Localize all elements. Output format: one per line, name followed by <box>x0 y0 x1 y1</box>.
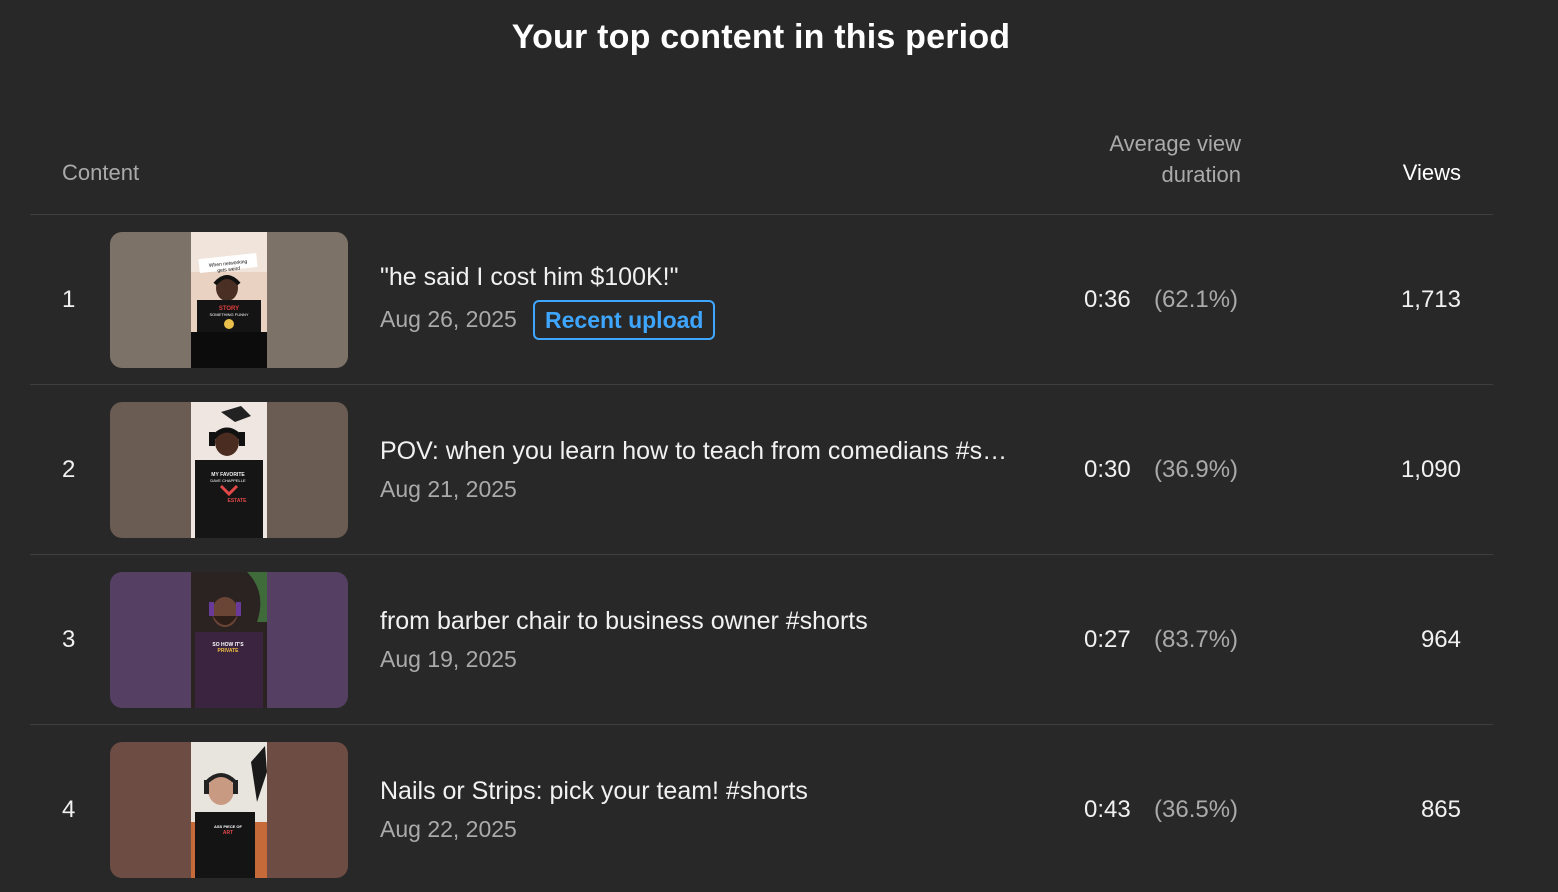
video-thumbnail[interactable]: SO HOW IT'S PRIVATE <box>110 572 348 708</box>
views-count: 1,090 <box>1400 456 1461 483</box>
average-view-duration: 0:30 <box>1084 456 1131 483</box>
views-count: 1,713 <box>1400 286 1461 313</box>
thumbnail-blur-right <box>267 572 348 708</box>
column-header-content: Content <box>62 160 140 185</box>
thumbnail-blur-left <box>110 232 191 368</box>
row-rank: 2 <box>62 456 76 483</box>
video-title[interactable]: POV: when you learn how to teach from co… <box>380 437 1007 466</box>
column-header-avd-line2: duration <box>1161 162 1241 187</box>
thumbnail-caption-2: ART <box>223 830 233 836</box>
top-content-page: Your top content in this period Content … <box>0 0 1558 892</box>
thumbnail-caption-3: ESTATE <box>228 498 248 504</box>
average-percentage-viewed: (36.5%) <box>1154 796 1239 823</box>
video-date: Aug 19, 2025 <box>380 646 517 672</box>
thumbnail-blur-right <box>267 232 348 368</box>
average-view-duration: 0:27 <box>1084 626 1131 653</box>
recent-upload-badge: Recent upload <box>533 300 716 340</box>
views-count: 964 <box>1420 626 1461 653</box>
average-view-duration: 0:43 <box>1084 796 1131 823</box>
video-info: "he said I cost him $100K!" Aug 26, 2025… <box>380 215 1040 384</box>
video-date: Aug 22, 2025 <box>380 816 517 842</box>
video-date: Aug 26, 2025 <box>380 306 517 332</box>
video-info: from barber chair to business owner #sho… <box>380 555 1040 724</box>
row-rank: 4 <box>62 796 76 823</box>
thumbnail-frame: When networking gets weird STORY SOMETHI… <box>191 232 267 368</box>
video-title[interactable]: "he said I cost him $100K!" <box>380 263 678 292</box>
column-header-avd-line1: Average view <box>1109 131 1241 156</box>
thumbnail-blur-right <box>267 742 348 878</box>
video-title[interactable]: Nails or Strips: pick your team! #shorts <box>380 777 808 806</box>
thumbnail-blur-left <box>110 742 191 878</box>
column-header-views[interactable]: Views <box>1403 160 1461 186</box>
thumbnail-caption-4: SOMETHING FUNNY <box>209 312 248 317</box>
thumbnail-frame: MY FAVORITE DAVE CHAPPELLE ESTATE <box>191 402 267 538</box>
views-count: 865 <box>1420 796 1461 823</box>
thumbnail-frame: SO HOW IT'S PRIVATE <box>191 572 267 708</box>
video-thumbnail[interactable]: MY FAVORITE DAVE CHAPPELLE ESTATE <box>110 402 348 538</box>
average-percentage-viewed: (36.9%) <box>1154 456 1239 483</box>
table-row[interactable]: 1 When networking gets weird STORY SOMET… <box>30 215 1493 385</box>
video-info: Nails or Strips: pick your team! #shorts… <box>380 725 1040 892</box>
row-rank: 3 <box>62 626 76 653</box>
table-header: Content Average view duration Views <box>30 120 1493 215</box>
table-row[interactable]: 4 ASS PIECE OF ART Nails or Strips: pick… <box>30 725 1493 892</box>
thumbnail-frame: ASS PIECE OF ART <box>191 742 267 878</box>
thumbnail-caption-1: ASS PIECE OF <box>214 824 243 829</box>
video-thumbnail[interactable]: ASS PIECE OF ART <box>110 742 348 878</box>
thumbnail-blur-left <box>110 402 191 538</box>
column-header-average-view-duration[interactable]: Average view duration <box>1060 128 1241 190</box>
average-view-duration: 0:36 <box>1084 286 1131 313</box>
thumbnail-caption-2: PRIVATE <box>218 648 240 654</box>
average-percentage-viewed: (62.1%) <box>1154 286 1239 313</box>
video-thumbnail[interactable]: When networking gets weird STORY SOMETHI… <box>110 232 348 368</box>
table-row[interactable]: 3 SO HOW IT'S PRIVATE from barber chair … <box>30 555 1493 725</box>
page-title: Your top content in this period <box>511 18 1011 56</box>
row-rank: 1 <box>62 286 76 313</box>
video-title[interactable]: from barber chair to business owner #sho… <box>380 607 868 636</box>
table-row[interactable]: 2 MY FAVORITE DAVE CHAPPELLE ESTATE POV:… <box>30 385 1493 555</box>
thumbnail-caption-2: DAVE CHAPPELLE <box>210 478 246 483</box>
thumbnail-blur-left <box>110 572 191 708</box>
video-date: Aug 21, 2025 <box>380 476 517 502</box>
average-percentage-viewed: (83.7%) <box>1154 626 1239 653</box>
thumbnail-blur-right <box>267 402 348 538</box>
video-info: POV: when you learn how to teach from co… <box>380 385 1040 554</box>
